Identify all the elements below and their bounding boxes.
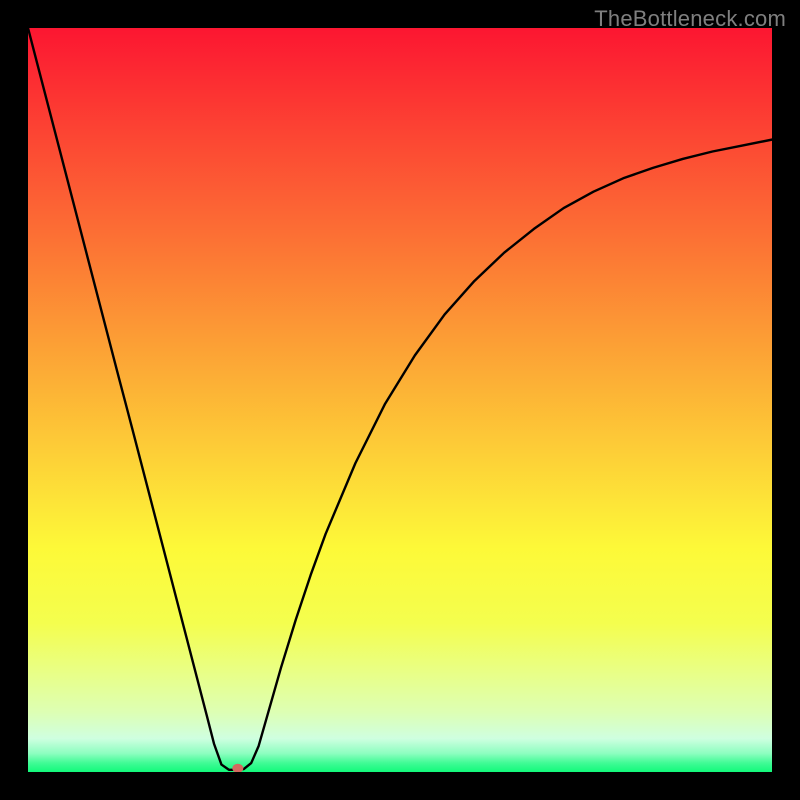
watermark-text: TheBottleneck.com (594, 6, 786, 32)
bottleneck-chart-svg (28, 28, 772, 772)
gradient-background (28, 28, 772, 772)
plot-area (28, 28, 772, 772)
chart-frame: TheBottleneck.com (0, 0, 800, 800)
